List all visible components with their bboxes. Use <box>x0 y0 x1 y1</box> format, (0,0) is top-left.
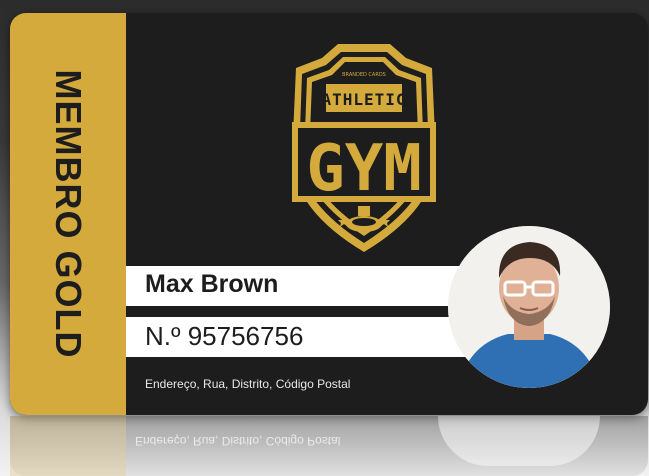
address-text: Endereço, Rua, Distrito, Código Postal <box>145 377 351 391</box>
logo-small-text: BRANDED CARDS <box>342 72 386 78</box>
logo-top-text: ATHLETIC <box>321 90 406 109</box>
gold-band: MEMBRO GOLD <box>10 13 126 415</box>
membership-level: MEMBRO GOLD <box>48 69 89 359</box>
shield-logo-icon: BRANDED CARDS ATHLETIC GYM <box>292 44 436 252</box>
member-number: N.º 95756756 <box>145 321 304 351</box>
member-photo <box>448 226 610 388</box>
logo-main-text: GYM <box>306 132 422 206</box>
card-reflection: Endereço, Rua, Distrito, Código Postal <box>10 416 648 476</box>
member-name: Max Brown <box>145 270 279 298</box>
dumbbell-icon <box>358 206 370 216</box>
membership-card: MEMBRO GOLD BRANDED CARDS ATHLETIC GYM M… <box>10 13 648 415</box>
reflection-address: Endereço, Rua, Distrito, Código Postal <box>135 434 341 448</box>
